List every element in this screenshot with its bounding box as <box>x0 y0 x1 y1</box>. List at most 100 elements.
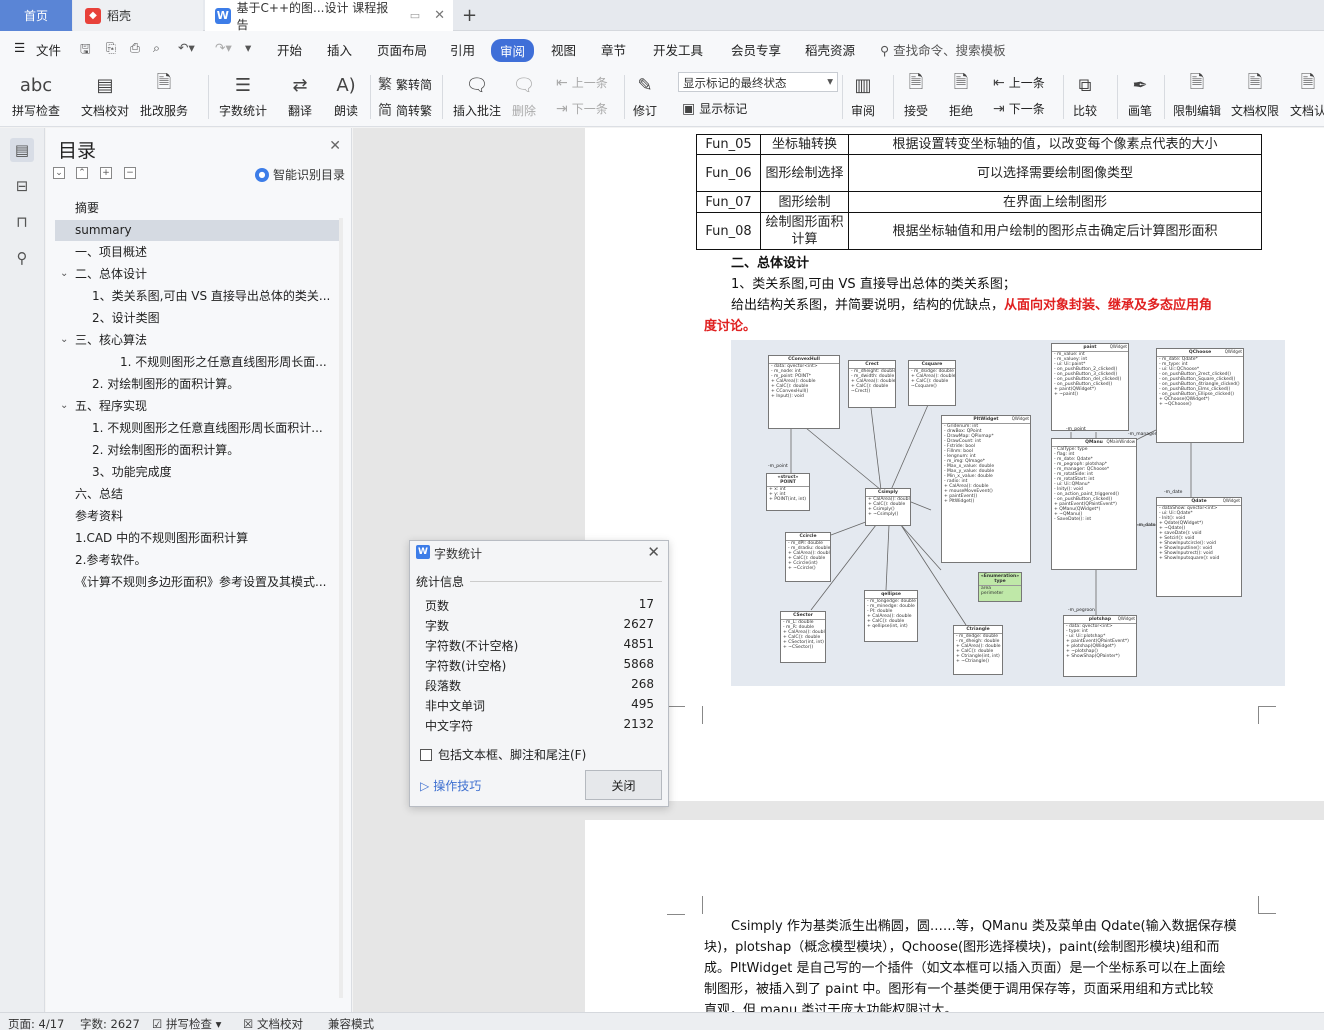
export-pdf-icon[interactable]: ⎘ <box>106 40 116 56</box>
toc-item[interactable]: 1. 不规则图形之任意直线图形周长面积计... <box>92 418 332 439</box>
expand-level-icon[interactable]: ⌃ <box>76 167 88 179</box>
toc-icon[interactable]: ▤ <box>10 138 34 162</box>
menu-review[interactable]: 审阅 <box>491 39 535 62</box>
toc-item[interactable]: 《计算不规则多边形面积》参考设置及其模式... <box>75 572 335 593</box>
print-preview-icon[interactable]: ⌕ <box>153 40 160 56</box>
toc-item[interactable]: 3、功能完成度 <box>92 462 332 483</box>
next-comment-button[interactable]: ⇥ 下一条 <box>556 100 608 117</box>
scrollbar[interactable] <box>339 218 343 998</box>
compare-button[interactable]: ⧉ 比较 <box>1072 71 1098 119</box>
toc-item[interactable]: 2、设计类图 <box>92 308 332 329</box>
checkbox[interactable] <box>420 748 432 761</box>
next-change-button[interactable]: ⇥ 下一条 <box>993 100 1045 117</box>
restore-icon[interactable]: ▭ <box>410 9 420 22</box>
markup-state-select[interactable]: 显示标记的最终状态 <box>678 72 838 92</box>
search-icon[interactable]: ⚲ <box>10 246 34 270</box>
menu-bar: ☰ 文件 🖫 ⎘ ⎙ ⌕ ↶▾ ↷▾ ▾ 开始 插入 页面布局 引用 审阅 视图… <box>0 31 1324 67</box>
to-simplified-button[interactable]: 简简转繁 <box>378 100 432 120</box>
add-heading-icon[interactable]: + <box>100 167 112 179</box>
toc-item[interactable]: 摘要 <box>75 198 335 219</box>
menu-references[interactable]: 引用 <box>450 40 475 59</box>
insert-comment-button[interactable]: 🗨 插入批注 <box>453 71 501 119</box>
close-tab-icon[interactable]: ✕ <box>434 8 445 23</box>
spellcheck-status[interactable]: ☑ 拼写检查 ▾ <box>152 1016 221 1030</box>
chevron-down-icon[interactable]: ⌄ <box>60 268 68 279</box>
show-markup-button[interactable]: ▣ 显示标记 <box>682 100 747 117</box>
prev-change-button[interactable]: ⇤ 上一条 <box>993 74 1045 91</box>
new-tab-icon[interactable]: + <box>462 0 477 31</box>
doc-cert-button[interactable]: 🗎 文档认 <box>1290 71 1324 119</box>
toc-item[interactable]: 1. 不规则图形之任意直线图形周长面... <box>120 352 332 373</box>
word-count-indicator[interactable]: 字数: 2627 <box>80 1016 140 1030</box>
toc-item[interactable]: 三、核心算法 <box>75 330 335 351</box>
hamburger-icon[interactable]: ☰ <box>14 40 25 55</box>
accept-button[interactable]: 🗎 接受 <box>903 71 929 119</box>
uml-class-name: POINT <box>780 480 796 485</box>
toc-item[interactable]: 2.参考软件。 <box>75 550 335 571</box>
menu-file[interactable]: 文件 <box>36 40 61 59</box>
tab-home[interactable]: 首页 <box>0 0 72 31</box>
track-changes-button[interactable]: ✎ 修订 <box>632 71 658 119</box>
menu-page-layout[interactable]: 页面布局 <box>377 40 427 59</box>
tab-document[interactable]: W 基于C++的图...设计 课程报告 ▭ ✕ <box>205 0 453 32</box>
print-icon[interactable]: ⎙ <box>130 40 140 56</box>
emphasis-text: 度讨论。 <box>704 319 757 334</box>
smart-toc-button[interactable]: ● 智能识别目录 <box>254 166 345 183</box>
menu-daoke-resources[interactable]: 稻壳资源 <box>805 40 855 59</box>
include-textbox-checkbox[interactable]: 包括文本框、脚注和尾注(F) <box>420 746 586 763</box>
menu-view[interactable]: 视图 <box>551 40 576 59</box>
save-icon[interactable]: 🖫 <box>80 40 91 61</box>
remove-heading-icon[interactable]: − <box>124 167 136 179</box>
toc-item[interactable]: 1、类关系图,可由 VS 直接导出总体的类关... <box>92 286 332 307</box>
ink-button[interactable]: ✒ 画笔 <box>1127 71 1153 119</box>
correction-button[interactable]: 🗎 批改服务 <box>140 71 188 119</box>
doc-permission-button[interactable]: 🗎 文档权限 <box>1231 71 1279 119</box>
reject-button[interactable]: 🗎 拒绝 <box>948 71 974 119</box>
tips-link[interactable]: ▷ 操作技巧 <box>420 777 481 794</box>
tab-document-label: 基于C++的图...设计 课程报告 <box>236 0 389 32</box>
toc-item[interactable]: 1.CAD 中的不规则图形面积计算 <box>75 528 335 549</box>
toc-item[interactable]: 六、总结 <box>75 484 335 505</box>
chevron-down-icon[interactable]: ⌄ <box>60 400 68 411</box>
chapter-icon[interactable]: ⊟ <box>10 174 34 198</box>
to-traditional-button[interactable]: 繁繁转简 <box>378 74 432 94</box>
command-search[interactable]: ⚲ 查找命令、搜索模板 <box>880 40 1006 59</box>
toc-item[interactable]: 参考资料 <box>75 506 335 527</box>
review-pane-button[interactable]: ▥ 审阅 <box>850 71 876 119</box>
toc-item[interactable]: 一、项目概述 <box>75 242 335 263</box>
delete-comment-button[interactable]: 🗨 删除 <box>511 71 537 119</box>
word-count-button[interactable]: ☰ 字数统计 <box>219 71 267 119</box>
menu-membership[interactable]: 会员专享 <box>731 40 781 59</box>
doc-check-button[interactable]: ▤ 文档校对 <box>81 71 129 119</box>
toc-item[interactable]: 二、总体设计 <box>75 264 335 285</box>
translate-button[interactable]: ⇄ 翻译 <box>287 71 313 119</box>
tab-daoke[interactable]: ◆ 稻壳 <box>73 0 203 31</box>
menu-insert[interactable]: 插入 <box>327 40 352 59</box>
bookmark-icon[interactable]: ⊓ <box>10 210 34 234</box>
table-cell: 坐标轴转换 <box>760 134 849 155</box>
menu-developer[interactable]: 开发工具 <box>653 40 703 59</box>
paragraph: 成。PltWidget 是自己写的一个插件（如文本框可以插入页面）是一个坐标系可… <box>704 961 1226 976</box>
menu-start[interactable]: 开始 <box>277 40 302 59</box>
doccheck-status[interactable]: ☒ 文档校对 <box>243 1016 303 1030</box>
collapse-all-icon[interactable]: ⌄ <box>53 167 65 179</box>
read-aloud-button[interactable]: A) 朗读 <box>333 71 359 119</box>
close-icon[interactable]: ✕ <box>329 138 341 154</box>
close-icon[interactable]: ✕ <box>647 543 660 561</box>
prev-comment-button[interactable]: ⇤ 上一条 <box>556 74 608 91</box>
more-icon[interactable]: ▾ <box>245 40 251 55</box>
status-bar: 页面: 4/17 字数: 2627 ☑ 拼写检查 ▾ ☒ 文档校对 兼容模式 <box>0 1012 1324 1030</box>
toc-item-selected[interactable]: summary <box>55 220 341 241</box>
page-indicator[interactable]: 页面: 4/17 <box>8 1016 64 1030</box>
redo-icon[interactable]: ↷▾ <box>215 40 232 55</box>
close-button[interactable]: 关闭 <box>585 770 662 800</box>
toc-item[interactable]: 2. 对绘制图形的面积计算。 <box>92 374 332 395</box>
toc-item[interactable]: 2. 对绘制图形的面积计算。 <box>92 440 332 461</box>
menu-section[interactable]: 章节 <box>601 40 626 59</box>
restrict-edit-button[interactable]: 🗎 限制编辑 <box>1173 71 1221 119</box>
spellcheck-button[interactable]: abc 拼写检查 <box>12 71 60 119</box>
undo-icon[interactable]: ↶▾ <box>178 40 195 55</box>
uml-class: Csquare - m_dsidge: double + CalArea(): do… <box>908 360 956 406</box>
toc-item[interactable]: 五、程序实现 <box>75 396 335 417</box>
chevron-down-icon[interactable]: ⌄ <box>60 334 68 345</box>
